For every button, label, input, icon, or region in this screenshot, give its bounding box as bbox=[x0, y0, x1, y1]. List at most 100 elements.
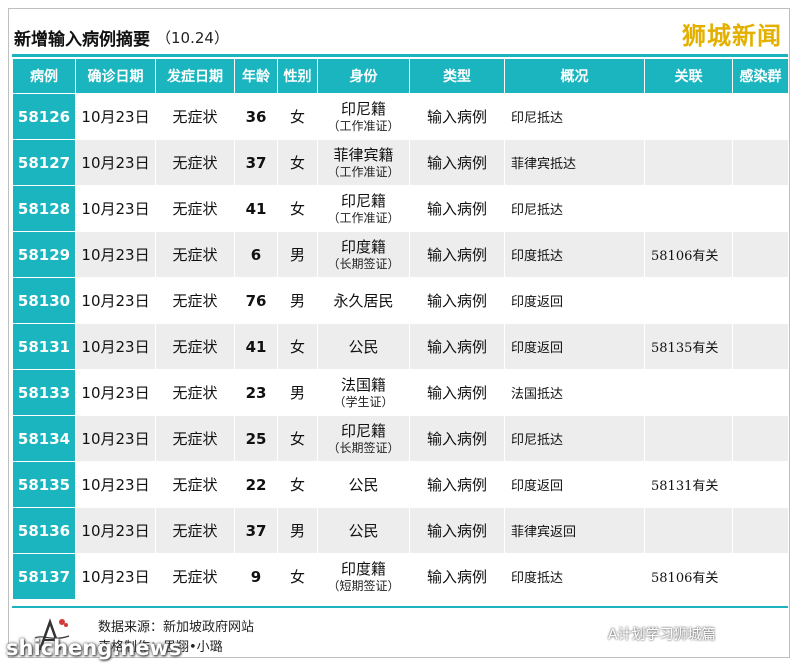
cluster-cell bbox=[732, 185, 789, 232]
cluster-cell bbox=[732, 323, 789, 370]
identity-pass-label: （工作准证） bbox=[327, 164, 400, 179]
sex-cell: 女 bbox=[277, 139, 318, 186]
column-header: 概况 bbox=[504, 58, 645, 94]
table-row: 58129 10月23日 无症状 6 男印度籍 （长期签证） 输入病例 印度抵达 58106有关 bbox=[12, 231, 789, 278]
sex-cell: 男 bbox=[277, 231, 318, 278]
sex-cell: 男 bbox=[277, 507, 318, 554]
identity-label: 印尼籍 bbox=[340, 191, 386, 210]
identity-cell: 印度籍 （长期签证） bbox=[317, 231, 410, 278]
case-id-cell: 58128 bbox=[12, 185, 76, 232]
link-cell bbox=[644, 277, 733, 324]
link-cell bbox=[644, 507, 733, 554]
column-header: 关联 bbox=[644, 58, 733, 94]
sex-cell: 女 bbox=[277, 93, 318, 140]
identity-label: 印度籍 bbox=[340, 237, 386, 256]
confirm-date-cell: 10月23日 bbox=[75, 323, 156, 370]
table-body: 58126 10月23日 无症状 36 女印尼籍 （工作准证） 输入病例 印尼抵达 58127 1… bbox=[12, 93, 789, 600]
identity-label: 印度籍 bbox=[340, 559, 386, 578]
summary-cell: 印尼抵达 bbox=[504, 93, 645, 140]
summary-cell: 印尼抵达 bbox=[504, 415, 645, 462]
column-header: 年龄 bbox=[234, 58, 278, 94]
summary-cell: 印度返回 bbox=[504, 461, 645, 508]
onset-date-cell: 无症状 bbox=[155, 323, 235, 370]
summary-cell: 印尼抵达 bbox=[504, 185, 645, 232]
cluster-cell bbox=[732, 369, 789, 416]
case-type-cell: 输入病例 bbox=[409, 231, 505, 278]
onset-date-cell: 无症状 bbox=[155, 461, 235, 508]
identity-cell: 印尼籍 （工作准证） bbox=[317, 185, 410, 232]
table-row: 58126 10月23日 无症状 36 女印尼籍 （工作准证） 输入病例 印尼抵达 bbox=[12, 93, 789, 140]
sex-cell: 女 bbox=[277, 185, 318, 232]
link-cell bbox=[644, 369, 733, 416]
age-cell: 37 bbox=[234, 139, 278, 186]
data-source: 数据来源：新加坡政府网站 bbox=[98, 620, 255, 635]
link-cell: 58106有关 bbox=[644, 231, 733, 278]
table-row: 58127 10月23日 无症状 37 女菲律宾籍 （工作准证） 输入病例 菲律宾抵达 bbox=[12, 139, 789, 186]
wechat-icon bbox=[584, 624, 604, 641]
confirm-date-cell: 10月23日 bbox=[75, 277, 156, 324]
case-type-cell: 输入病例 bbox=[409, 323, 505, 370]
age-cell: 41 bbox=[234, 185, 278, 232]
age-cell: 22 bbox=[234, 461, 278, 508]
confirm-date-cell: 10月23日 bbox=[75, 415, 156, 462]
onset-date-cell: 无症状 bbox=[155, 185, 235, 232]
sex-cell: 女 bbox=[277, 415, 318, 462]
cluster-cell bbox=[732, 93, 789, 140]
summary-cell: 印度返回 bbox=[504, 323, 645, 370]
identity-cell: 永久居民 bbox=[317, 277, 410, 324]
case-type-cell: 输入病例 bbox=[409, 185, 505, 232]
brand-logo-text: 狮城新闻 bbox=[682, 21, 782, 50]
confirm-date-cell: 10月23日 bbox=[75, 139, 156, 186]
link-cell bbox=[644, 139, 733, 186]
case-id-cell: 58126 bbox=[12, 93, 76, 140]
age-cell: 41 bbox=[234, 323, 278, 370]
link-cell bbox=[644, 185, 733, 232]
header: 新增输入病例摘要 （10.24） 狮城新闻 bbox=[10, 21, 790, 52]
page-title: 新增输入病例摘要 bbox=[14, 29, 150, 50]
identity-label: 公民 bbox=[348, 521, 379, 540]
column-header: 确诊日期 bbox=[75, 58, 156, 94]
column-header: 病例 bbox=[12, 58, 76, 94]
case-type-cell: 输入病例 bbox=[409, 139, 505, 186]
table-row: 58128 10月23日 无症状 41 女印尼籍 （工作准证） 输入病例 印尼抵达 bbox=[12, 185, 789, 232]
case-id-cell: 58130 bbox=[12, 277, 76, 324]
cluster-cell bbox=[732, 277, 789, 324]
identity-cell: 公民 bbox=[317, 507, 410, 554]
cluster-cell bbox=[732, 553, 789, 600]
table-row: 58136 10月23日 无症状 37 男 公民 输入病例 菲律宾返回 bbox=[12, 507, 789, 554]
header-divider bbox=[12, 54, 788, 57]
cluster-cell bbox=[732, 415, 789, 462]
table-row: 58135 10月23日 无症状 22 女 公民 输入病例 印度返回 58131有关 bbox=[12, 461, 789, 508]
summary-cell: 法国抵达 bbox=[504, 369, 645, 416]
link-cell: 58131有关 bbox=[644, 461, 733, 508]
identity-pass-label: （工作准证） bbox=[327, 118, 400, 133]
case-type-cell: 输入病例 bbox=[409, 93, 505, 140]
confirm-date-cell: 10月23日 bbox=[75, 507, 156, 554]
column-header: 发症日期 bbox=[155, 58, 235, 94]
case-id-cell: 58135 bbox=[12, 461, 76, 508]
identity-label: 菲律宾籍 bbox=[333, 145, 394, 164]
case-id-cell: 58133 bbox=[12, 369, 76, 416]
table-row: 58137 10月23日 无症状 9 女印度籍 （短期签证） 输入病例 印度抵达 58106有关 bbox=[12, 553, 789, 600]
age-cell: 9 bbox=[234, 553, 278, 600]
link-cell bbox=[644, 415, 733, 462]
case-type-cell: 输入病例 bbox=[409, 415, 505, 462]
case-id-cell: 58127 bbox=[12, 139, 76, 186]
summary-cell: 印度抵达 bbox=[504, 231, 645, 278]
onset-date-cell: 无症状 bbox=[155, 415, 235, 462]
column-header: 类型 bbox=[409, 58, 505, 94]
identity-cell: 印尼籍 （长期签证） bbox=[317, 415, 410, 462]
cases-table: 病例 确诊日期 发症日期 年龄 性别 身份 类型 概况 关联 感染群 58126 10月23日 无症状… bbox=[12, 58, 789, 600]
table-row: 58134 10月23日 无症状 25 女印尼籍 （长期签证） 输入病例 印尼抵达 bbox=[12, 415, 789, 462]
summary-cell: 印度抵达 bbox=[504, 553, 645, 600]
case-type-cell: 输入病例 bbox=[409, 277, 505, 324]
site-watermark: shicheng.news bbox=[6, 636, 182, 660]
identity-pass-label: （学生证） bbox=[333, 394, 394, 409]
case-id-cell: 58134 bbox=[12, 415, 76, 462]
case-type-cell: 输入病例 bbox=[409, 507, 505, 554]
sex-cell: 男 bbox=[277, 277, 318, 324]
sex-cell: 女 bbox=[277, 553, 318, 600]
onset-date-cell: 无症状 bbox=[155, 553, 235, 600]
watermark-account: A计划学习狮城篇 bbox=[608, 627, 716, 643]
sex-cell: 女 bbox=[277, 461, 318, 508]
